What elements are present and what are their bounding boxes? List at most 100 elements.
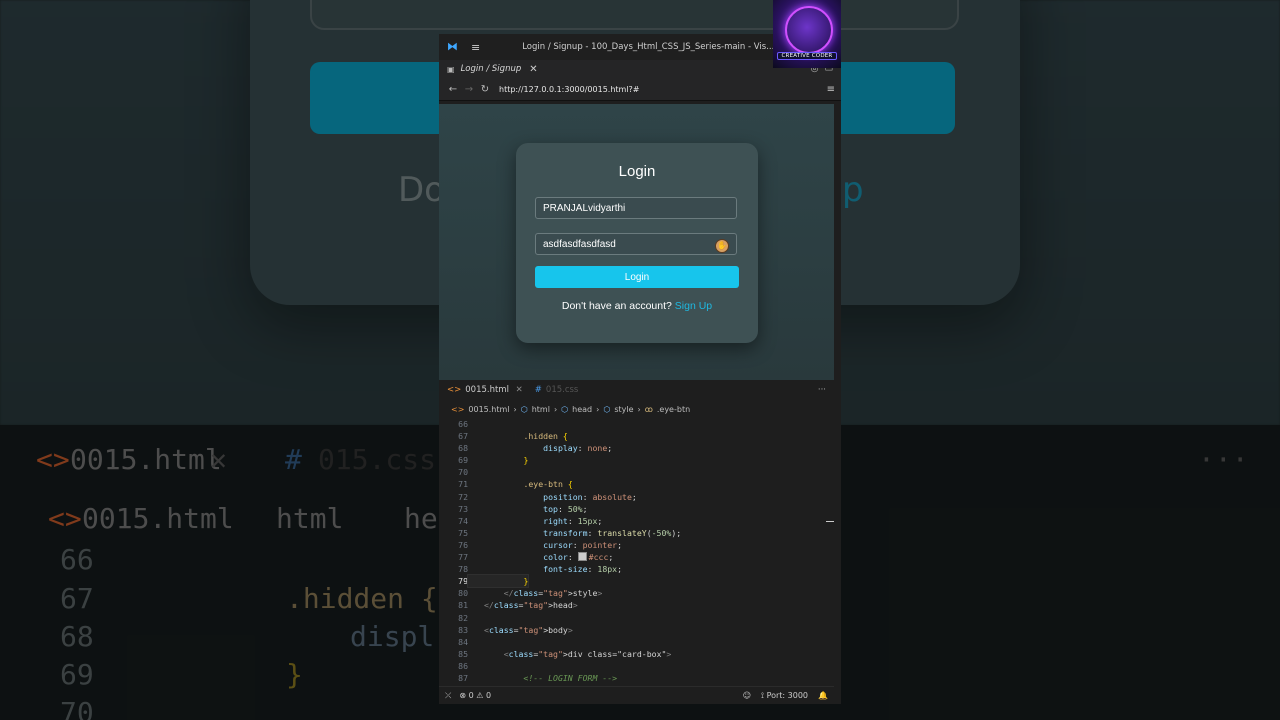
breadcrumb-item[interactable]: 0015.html bbox=[468, 405, 509, 414]
line-source[interactable] bbox=[468, 418, 484, 430]
editor-tabs: <> 0015.html ✕ #015.css ··· bbox=[439, 380, 834, 400]
url-bar: ← → ↻ http://127.0.0.1:3000/0015.html?# … bbox=[439, 78, 841, 101]
code-line[interactable]: 79 } bbox=[439, 574, 834, 589]
browser-menu-icon[interactable]: ≡ bbox=[827, 84, 835, 95]
selector-icon: ꝏ bbox=[644, 404, 653, 414]
line-source[interactable]: <class="tag">body> bbox=[468, 624, 573, 636]
scrollbar-marker[interactable] bbox=[826, 521, 834, 522]
close-icon[interactable]: ✕ bbox=[529, 64, 537, 75]
line-source[interactable]: transform: translateY(-50%); bbox=[468, 527, 681, 539]
browser-tab[interactable]: Login / Signup bbox=[461, 64, 522, 74]
port-label: Port: 3000 bbox=[766, 690, 809, 700]
line-source[interactable]: </class="tag">style> bbox=[468, 587, 603, 599]
line-number: 76 bbox=[458, 539, 468, 550]
line-source[interactable]: font-size: 18px; bbox=[468, 563, 622, 575]
line-source[interactable] bbox=[468, 636, 484, 648]
login-button[interactable]: Login bbox=[535, 266, 739, 288]
code-line[interactable]: 81 </class="tag">head> bbox=[439, 599, 834, 611]
code-line[interactable]: 70 bbox=[439, 466, 834, 478]
line-number: 84 bbox=[458, 636, 468, 647]
line-source[interactable]: .eye-btn { bbox=[468, 478, 572, 490]
login-card: Login ✋ Login Don't have an account? Sig… bbox=[516, 143, 758, 343]
line-source[interactable]: top: 50%; bbox=[468, 503, 587, 515]
forward-arrow-icon[interactable]: → bbox=[461, 84, 477, 95]
code-line[interactable]: 71 .eye-btn { bbox=[439, 478, 834, 490]
code-line[interactable]: 87 <!-- LOGIN FORM --> bbox=[439, 672, 834, 684]
code-line[interactable]: 82 bbox=[439, 612, 834, 624]
error-count: 0 bbox=[468, 691, 474, 700]
remote-icon[interactable]: ⤫ bbox=[445, 691, 451, 701]
vscode-window: ⧓ ≡ Login / Signup - 100_Days_Html_CSS_J… bbox=[439, 34, 841, 704]
code-line[interactable]: 75 transform: translateY(-50%); bbox=[439, 527, 834, 539]
tab-close-icon[interactable]: ✕ bbox=[516, 385, 523, 395]
code-line[interactable]: 76 cursor: pointer; bbox=[439, 539, 834, 551]
code-line[interactable]: 67 .hidden { bbox=[439, 430, 834, 442]
line-source[interactable]: <class="tag">div class="card-box"> bbox=[468, 648, 672, 660]
warning-count: 0 bbox=[486, 691, 492, 700]
code-lines[interactable]: 66 67 .hidden {68 display: none; 69 } 70 71 … bbox=[439, 418, 834, 684]
code-line[interactable]: 86 bbox=[439, 660, 834, 672]
breadcrumb-item[interactable]: style bbox=[614, 405, 633, 414]
html-file-icon: <> bbox=[451, 404, 465, 414]
problems-indicator[interactable]: ⊗ 0 ⚠ 0 bbox=[459, 691, 491, 700]
copilot-icon[interactable]: ☺ bbox=[743, 691, 751, 700]
vscode-icon: ⧓ bbox=[447, 40, 458, 53]
line-source[interactable]: color: #ccc; bbox=[468, 551, 613, 563]
code-line[interactable]: 77 color: #ccc; bbox=[439, 551, 834, 563]
breadcrumb-item[interactable]: .eye-btn bbox=[657, 405, 690, 414]
line-number: 66 bbox=[458, 419, 468, 429]
line-source[interactable]: right: 15px; bbox=[468, 515, 602, 527]
port-status[interactable]: ⟟ Port: 3000 bbox=[761, 691, 808, 701]
line-number: 71 bbox=[458, 479, 468, 490]
line-source[interactable]: <!-- LOGIN FORM --> bbox=[468, 672, 617, 684]
status-bar: ⤫ ⊗ 0 ⚠ 0 ☺ ⟟ Port: 3000 🔔 bbox=[439, 686, 834, 704]
breadcrumb: <> 0015.html › ⬡ html › ⬡ head › ⬡ style… bbox=[439, 400, 834, 418]
url-field[interactable]: http://127.0.0.1:3000/0015.html?# bbox=[499, 85, 827, 94]
eye-toggle-icon[interactable]: ✋ bbox=[715, 239, 729, 253]
page-preview: Login ✋ Login Don't have an account? Sig… bbox=[439, 104, 834, 380]
avatar-ring bbox=[785, 6, 833, 54]
code-line[interactable]: 73 top: 50%; bbox=[439, 503, 834, 515]
line-source[interactable]: } bbox=[466, 574, 530, 589]
breadcrumb-item[interactable]: head bbox=[572, 405, 592, 414]
tab-015-css[interactable]: #015.css bbox=[535, 385, 579, 395]
color-swatch[interactable] bbox=[577, 552, 587, 562]
line-source[interactable]: </class="tag">head> bbox=[468, 599, 578, 611]
line-number: 83 bbox=[458, 624, 468, 635]
line-number: 68 bbox=[458, 443, 468, 454]
code-line[interactable]: 80 </class="tag">style> bbox=[439, 587, 834, 599]
code-line[interactable]: 83 <class="tag">body> bbox=[439, 624, 834, 636]
code-line[interactable]: 68 display: none; bbox=[439, 442, 834, 454]
window-title: Login / Signup - 100_Days_Html_CSS_JS_Se… bbox=[522, 42, 775, 52]
line-source[interactable] bbox=[468, 660, 484, 672]
hamburger-icon[interactable]: ≡ bbox=[471, 41, 480, 54]
tab-0015-html[interactable]: <> 0015.html ✕ bbox=[447, 385, 523, 395]
line-number: 67 bbox=[458, 431, 468, 442]
code-line[interactable]: 72 position: absolute; bbox=[439, 491, 834, 503]
line-source[interactable]: } bbox=[468, 454, 528, 466]
code-line[interactable]: 85 <class="tag">div class="card-box"> bbox=[439, 648, 834, 660]
code-line[interactable]: 69 } bbox=[439, 454, 834, 466]
refresh-icon[interactable]: ↻ bbox=[477, 84, 493, 95]
channel-badge: CREATIVE CODER bbox=[777, 52, 837, 60]
line-source[interactable]: .hidden { bbox=[468, 430, 567, 442]
code-line[interactable]: 84 bbox=[439, 636, 834, 648]
password-input[interactable] bbox=[535, 233, 737, 255]
notification-bell-icon[interactable]: 🔔 bbox=[818, 691, 828, 700]
line-source[interactable] bbox=[468, 612, 484, 624]
code-line[interactable]: 78 font-size: 18px; bbox=[439, 563, 834, 575]
tab-label: 015.css bbox=[545, 385, 579, 395]
chevron-right-icon: › bbox=[596, 404, 600, 414]
breadcrumb-item[interactable]: html bbox=[532, 405, 550, 414]
code-line[interactable]: 66 bbox=[439, 418, 834, 430]
line-source[interactable]: cursor: pointer; bbox=[468, 539, 622, 551]
line-source[interactable]: display: none; bbox=[468, 442, 612, 454]
line-source[interactable] bbox=[468, 466, 484, 478]
back-arrow-icon[interactable]: ← bbox=[445, 84, 461, 95]
signup-link[interactable]: Sign Up bbox=[675, 300, 712, 312]
code-line[interactable]: 74 right: 15px; bbox=[439, 515, 834, 527]
username-input[interactable] bbox=[535, 197, 737, 219]
more-icon[interactable]: ··· bbox=[818, 385, 826, 395]
line-source[interactable]: position: absolute; bbox=[468, 491, 637, 503]
status-right: ☺ ⟟ Port: 3000 🔔 bbox=[743, 691, 828, 701]
